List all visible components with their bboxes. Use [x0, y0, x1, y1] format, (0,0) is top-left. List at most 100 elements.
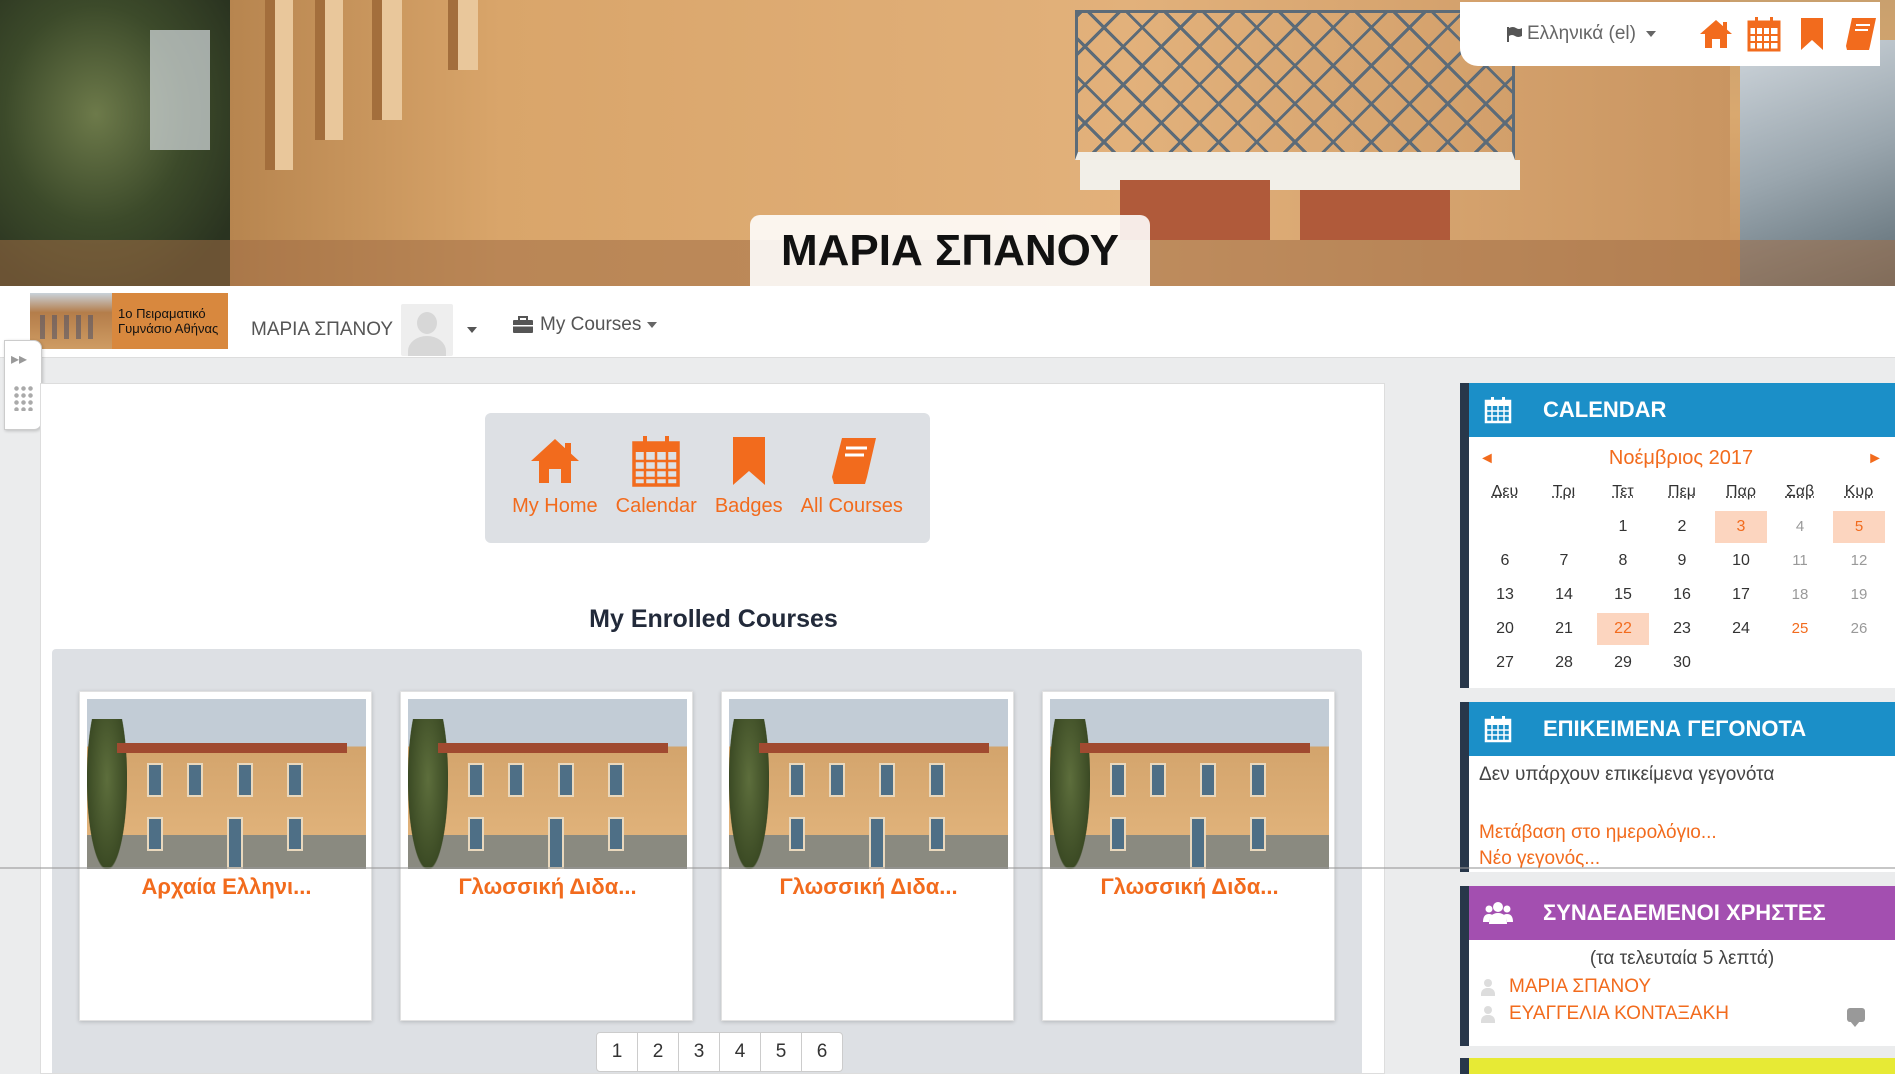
calendar-empty-cell: [1833, 647, 1885, 679]
language-menu[interactable]: Ελληνικά (el): [1505, 23, 1656, 45]
calendar-day[interactable]: 1: [1597, 511, 1649, 543]
logo-text: 1ο Πειραματικό Γυμνάσιο Αθήνας: [112, 306, 218, 336]
calendar-day[interactable]: 4: [1774, 511, 1826, 543]
no-events-text: Δεν υπάρχουν επικείμενα γεγονότα: [1479, 764, 1885, 786]
course-card[interactable]: Αρχαία Ελληνι...: [79, 691, 372, 1021]
calendar-day[interactable]: 18: [1774, 579, 1826, 611]
page-link[interactable]: 2: [637, 1032, 679, 1072]
quicklink-badges[interactable]: Badges: [715, 433, 783, 543]
my-courses-menu[interactable]: My Courses: [512, 314, 657, 336]
course-card[interactable]: Γλωσσική Διδα...: [400, 691, 693, 1021]
calendar-day[interactable]: 7: [1538, 545, 1590, 577]
calendar-day[interactable]: 22: [1597, 613, 1649, 645]
online-user-item[interactable]: ΜΑΡΙΑ ΣΠΑΝΟΥ: [1479, 976, 1885, 998]
calendar-day[interactable]: 11: [1774, 545, 1826, 577]
calendar-icon[interactable]: [1744, 14, 1784, 54]
page-link[interactable]: 3: [678, 1032, 720, 1072]
calendar-day[interactable]: 16: [1656, 579, 1708, 611]
logo-text-line1: 1ο Πειραματικό: [118, 306, 218, 321]
course-image: [87, 699, 366, 869]
calendar-day-name: Σαβ: [1774, 478, 1826, 510]
calendar-day[interactable]: 30: [1656, 647, 1708, 679]
page-link[interactable]: 1: [596, 1032, 638, 1072]
block-drawer-toggle[interactable]: ▸▸: [4, 340, 42, 430]
calendar-day[interactable]: 2: [1656, 511, 1708, 543]
calendar-day[interactable]: 14: [1538, 579, 1590, 611]
banner-window: [372, 0, 402, 120]
user-icon: [1479, 1005, 1497, 1023]
course-card[interactable]: Γλωσσική Διδα...: [1042, 691, 1335, 1021]
bookmark-icon[interactable]: [1792, 14, 1832, 54]
quick-links: My Home Calendar Badges All Courses: [485, 413, 930, 543]
home-icon: [527, 433, 583, 489]
upcoming-events-body: Δεν υπάρχουν επικείμενα γεγονότα Μετάβασ…: [1469, 756, 1895, 872]
drag-handle-icon: [13, 385, 33, 411]
course-image: [729, 699, 1008, 869]
online-user-item[interactable]: ΕΥΑΓΓΕΛΙΑ ΚΟΝΤΑΞΑΚΗ: [1479, 1003, 1885, 1025]
flag-icon: [1505, 25, 1523, 43]
page-link[interactable]: 5: [760, 1032, 802, 1072]
page-link[interactable]: 4: [719, 1032, 761, 1072]
user-menu[interactable]: ΜΑΡΙΑ ΣΠΑΝΟΥ: [251, 304, 477, 356]
page-link[interactable]: 6: [801, 1032, 843, 1072]
calendar-day[interactable]: 23: [1656, 613, 1708, 645]
online-users-header: ΣΥΝΔΕΔΕΜΕΝΟΙ ΧΡΗΣΤΕΣ: [1469, 886, 1895, 940]
course-image: [408, 699, 687, 869]
user-name: ΜΑΡΙΑ ΣΠΑΝΟΥ: [251, 319, 393, 341]
next-month-icon[interactable]: ►: [1867, 450, 1883, 468]
calendar-day[interactable]: 26: [1833, 613, 1885, 645]
calendar-empty-cell: [1479, 511, 1531, 543]
banner-window: [448, 0, 478, 70]
calendar-day[interactable]: 25: [1774, 613, 1826, 645]
calendar-empty-cell: [1715, 647, 1767, 679]
banner-shutter: [1300, 190, 1450, 240]
page-title: ΜΑΡΙΑ ΣΠΑΝΟΥ: [750, 215, 1150, 286]
banner-balcony: [1075, 10, 1515, 160]
calendar-day[interactable]: 8: [1597, 545, 1649, 577]
course-card[interactable]: Γλωσσική Διδα...: [721, 691, 1014, 1021]
calendar-day[interactable]: 12: [1833, 545, 1885, 577]
calendar-day[interactable]: 17: [1715, 579, 1767, 611]
calendar-day[interactable]: 21: [1538, 613, 1590, 645]
pagination: 1 2 3 4 5 6: [597, 1032, 843, 1072]
calendar-day[interactable]: 15: [1597, 579, 1649, 611]
calendar-day[interactable]: 9: [1656, 545, 1708, 577]
upcoming-events-title: ΕΠΙΚΕΙΜΕΝΑ ΓΕΓΟΝΟΤΑ: [1543, 716, 1806, 742]
calendar-day[interactable]: 20: [1479, 613, 1531, 645]
calendar-day[interactable]: 5: [1833, 511, 1885, 543]
course-carousel: Αρχαία Ελληνι... Γλωσσική Διδα... Γλωσσι…: [52, 649, 1362, 1074]
quicklink-my-home[interactable]: My Home: [512, 433, 598, 543]
quicklink-label: My Home: [512, 495, 598, 518]
prev-month-icon[interactable]: ◄: [1479, 450, 1495, 468]
quicklink-label: Badges: [715, 495, 783, 518]
upcoming-events-header: ΕΠΙΚΕΙΜΕΝΑ ΓΕΓΟΝΟΤΑ: [1469, 702, 1895, 756]
user-icon: [1479, 978, 1497, 996]
main-content: My Home Calendar Badges All Courses My E…: [40, 383, 1385, 1074]
book-icon[interactable]: [1840, 14, 1880, 54]
calendar-day[interactable]: 19: [1833, 579, 1885, 611]
calendar-day[interactable]: 13: [1479, 579, 1531, 611]
top-icon-links: [1696, 14, 1880, 54]
quicklink-calendar[interactable]: Calendar: [616, 433, 697, 543]
calendar-day[interactable]: 10: [1715, 545, 1767, 577]
calendar-day[interactable]: 28: [1538, 647, 1590, 679]
logo-building-image: [30, 293, 112, 349]
calendar-month-nav: ◄ Νοέμβριος 2017 ►: [1469, 437, 1895, 470]
school-logo[interactable]: 1ο Πειραματικό Γυμνάσιο Αθήνας: [30, 293, 228, 349]
quicklink-all-courses[interactable]: All Courses: [801, 433, 903, 543]
goto-calendar-link[interactable]: Μετάβαση στο ημερολόγιο...: [1479, 822, 1885, 844]
calendar-day[interactable]: 29: [1597, 647, 1649, 679]
home-icon[interactable]: [1696, 14, 1736, 54]
calendar-month-label[interactable]: Νοέμβριος 2017: [1609, 447, 1753, 470]
enrolled-courses-title: My Enrolled Courses: [41, 605, 1385, 634]
logo-text-line2: Γυμνάσιο Αθήνας: [118, 321, 218, 336]
quicklink-label: All Courses: [801, 495, 903, 518]
calendar-grid: Δευ Τρι Τετ Πεμ Παρ Σαβ Κυρ 1 2 3 4 5 6 7 8 9 10 11 12 13 14…: [1469, 470, 1895, 680]
course-title: Γλωσσική Διδα...: [1043, 874, 1336, 900]
calendar-day[interactable]: 6: [1479, 545, 1531, 577]
calendar-day[interactable]: 27: [1479, 647, 1531, 679]
calendar-day[interactable]: 3: [1715, 511, 1767, 543]
calendar-day[interactable]: 24: [1715, 613, 1767, 645]
my-courses-label: My Courses: [540, 314, 641, 336]
message-icon[interactable]: [1847, 1008, 1865, 1022]
